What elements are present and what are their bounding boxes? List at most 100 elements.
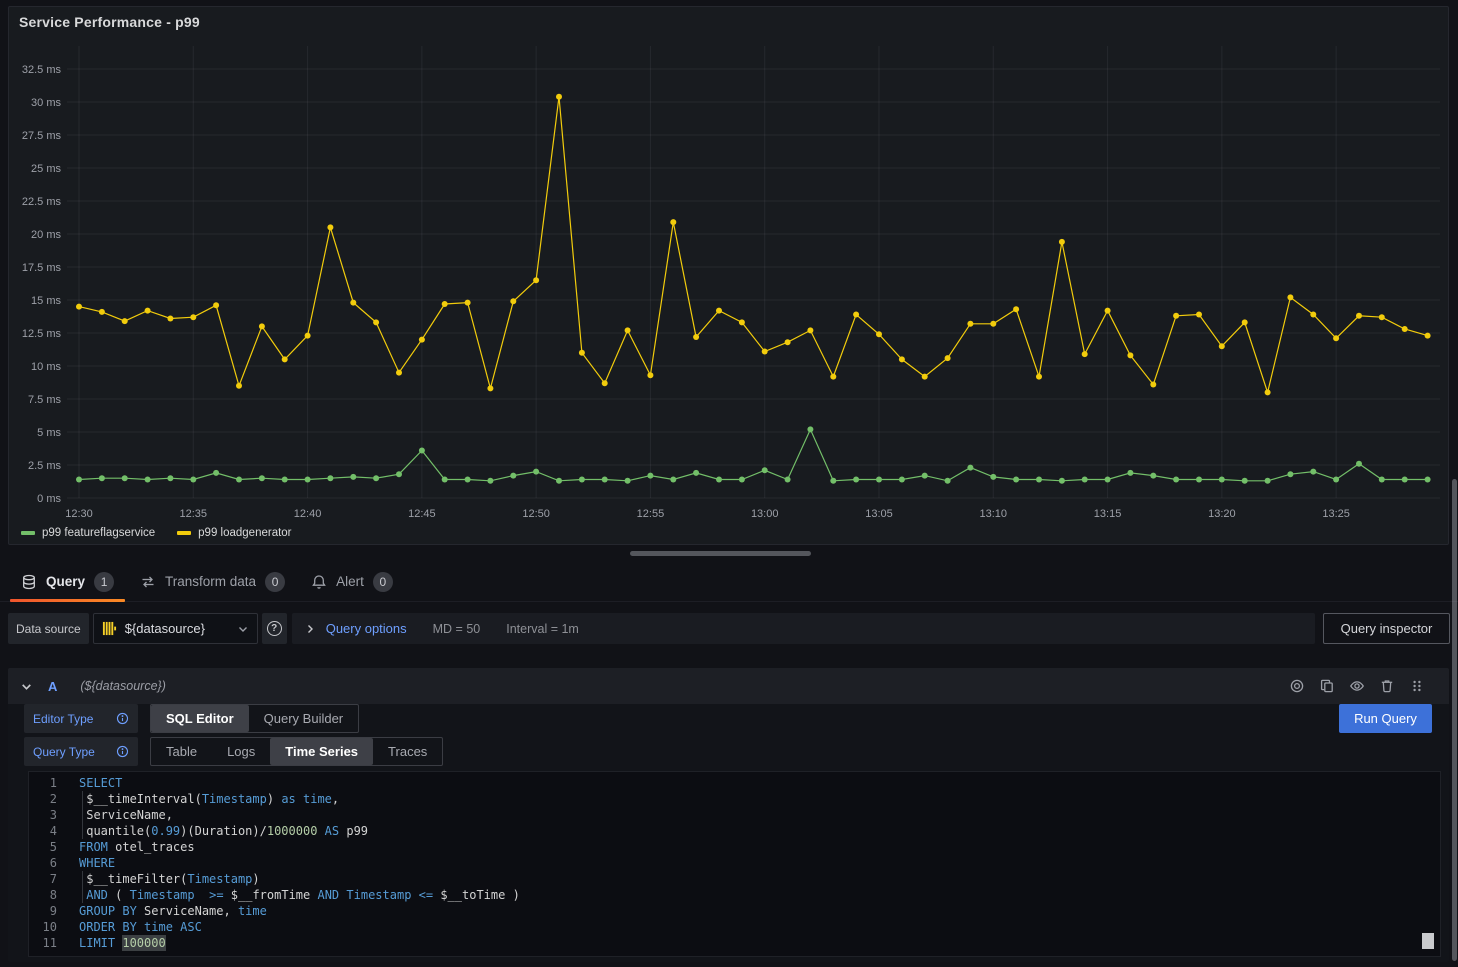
chart-legend: p99 featureflagservice p99 loadgenerator xyxy=(21,527,292,539)
sql-token xyxy=(173,919,180,935)
x-axis-tick-label: 12:50 xyxy=(522,508,550,520)
line-number: 1 xyxy=(29,775,57,791)
data-point xyxy=(465,300,471,306)
query-type-option-table[interactable]: Table xyxy=(151,738,212,765)
code-line-11[interactable]: 11LIMIT 100000 xyxy=(29,935,1440,951)
y-axis-tick-label: 17.5 ms xyxy=(22,262,62,274)
data-point xyxy=(1150,382,1156,388)
data-point xyxy=(1013,477,1019,483)
data-point xyxy=(967,321,973,327)
code-line-7[interactable]: 7 $__timeFilter(Timestamp) xyxy=(29,871,1440,887)
data-point xyxy=(693,470,699,476)
chevron-right-icon[interactable] xyxy=(304,623,316,635)
query-type-option-time-series[interactable]: Time Series xyxy=(270,738,373,765)
database-icon xyxy=(21,574,37,590)
info-icon[interactable] xyxy=(116,712,129,725)
code-line-3[interactable]: 3 ServiceName, xyxy=(29,807,1440,823)
data-point xyxy=(396,471,402,477)
bell-icon xyxy=(311,574,327,590)
line-number: 6 xyxy=(29,855,57,871)
legend-item-featureflagservice[interactable]: p99 featureflagservice xyxy=(21,527,155,539)
code-line-9[interactable]: 9GROUP BY ServiceName, time xyxy=(29,903,1440,919)
chart-series-p99-featureflagservice xyxy=(79,429,1428,480)
tab-transform-data[interactable]: Transform data 0 xyxy=(127,562,298,601)
trash-icon[interactable] xyxy=(1379,678,1395,694)
line-number: 5 xyxy=(29,839,57,855)
run-query-button[interactable]: Run Query xyxy=(1339,704,1432,733)
editor-type-option-sql-editor[interactable]: SQL Editor xyxy=(151,705,249,732)
datasource-picker[interactable]: ${datasource} xyxy=(93,613,258,644)
sql-token: 100000 xyxy=(122,935,165,951)
query-options-link[interactable]: Query options xyxy=(326,621,407,636)
code-line-1[interactable]: 1SELECT xyxy=(29,775,1440,791)
data-point xyxy=(785,339,791,345)
datasource-help-button[interactable]: ? xyxy=(262,613,287,644)
data-point xyxy=(259,323,265,329)
data-point xyxy=(762,467,768,473)
data-point xyxy=(967,465,973,471)
legend-item-loadgenerator[interactable]: p99 loadgenerator xyxy=(177,527,291,539)
sql-token: time xyxy=(303,791,332,807)
data-point xyxy=(1105,477,1111,483)
data-point xyxy=(556,94,562,100)
eye-icon[interactable] xyxy=(1349,678,1365,694)
max-data-points-text: MD = 50 xyxy=(433,622,481,636)
legend-swatch-yellow xyxy=(177,531,191,535)
data-point xyxy=(213,470,219,476)
horizontal-scrollbar[interactable] xyxy=(630,551,811,556)
code-line-2[interactable]: 2 $__timeInterval(Timestamp) as time, xyxy=(29,791,1440,807)
editor-type-option-query-builder[interactable]: Query Builder xyxy=(249,705,358,732)
code-line-10[interactable]: 10ORDER BY time ASC xyxy=(29,919,1440,935)
tab-alert[interactable]: Alert 0 xyxy=(298,562,406,601)
sql-code-editor[interactable]: 1SELECT2 $__timeInterval(Timestamp) as t… xyxy=(28,771,1441,957)
drag-handle-icon[interactable] xyxy=(1409,678,1425,694)
code-line-5[interactable]: 5FROM otel_traces xyxy=(29,839,1440,855)
query-type-option-logs[interactable]: Logs xyxy=(212,738,270,765)
duplicate-query-icon[interactable] xyxy=(1319,678,1335,694)
query-count-badge: 1 xyxy=(94,572,114,592)
sql-token: otel_traces xyxy=(108,839,195,855)
data-point xyxy=(190,314,196,320)
y-axis-tick-label: 25 ms xyxy=(31,163,61,175)
data-point xyxy=(1219,477,1225,483)
sql-token: quantile( xyxy=(79,823,151,839)
query-inspector-button[interactable]: Query inspector xyxy=(1323,613,1450,644)
data-point xyxy=(1036,374,1042,380)
code-line-8[interactable]: 8 AND ( Timestamp >= $__fromTime AND Tim… xyxy=(29,887,1440,903)
sql-token xyxy=(411,887,418,903)
code-line-4[interactable]: 4 quantile(0.99)(Duration)/1000000 AS p9… xyxy=(29,823,1440,839)
data-point xyxy=(145,477,151,483)
data-point xyxy=(990,321,996,327)
y-axis-tick-label: 32.5 ms xyxy=(22,64,62,76)
legend-label: p99 loadgenerator xyxy=(198,527,291,539)
tab-query[interactable]: Query 1 xyxy=(8,562,127,601)
data-point xyxy=(899,356,905,362)
collapse-chevron-down-icon[interactable] xyxy=(20,680,33,693)
disable-query-icon[interactable] xyxy=(1289,678,1305,694)
data-point xyxy=(1425,477,1431,483)
sql-token: ORDER BY xyxy=(79,919,137,935)
code-line-6[interactable]: 6WHERE xyxy=(29,855,1440,871)
tab-label: Transform data xyxy=(165,574,256,589)
data-point xyxy=(1059,239,1065,245)
x-axis-tick-label: 13:15 xyxy=(1094,508,1122,520)
sql-token: $__timeFilter( xyxy=(79,871,187,887)
line-number: 9 xyxy=(29,903,57,919)
query-ref-id[interactable]: A xyxy=(48,679,57,694)
x-axis-tick-label: 12:45 xyxy=(408,508,436,520)
alert-count-badge: 0 xyxy=(373,572,393,592)
tab-label: Alert xyxy=(336,574,364,589)
query-type-option-traces[interactable]: Traces xyxy=(373,738,442,765)
data-point xyxy=(876,477,882,483)
vertical-scrollbar[interactable] xyxy=(1452,479,1457,961)
data-point xyxy=(1196,477,1202,483)
data-point xyxy=(807,327,813,333)
query-editor-row: A (${datasource}) xyxy=(8,668,1449,962)
timeseries-chart[interactable]: 0 ms2.5 ms5 ms7.5 ms10 ms12.5 ms15 ms17.… xyxy=(9,7,1448,544)
sql-token: Timestamp xyxy=(202,791,267,807)
data-point xyxy=(236,383,242,389)
line-number: 7 xyxy=(29,871,57,887)
sql-token: )(Duration)/ xyxy=(180,823,267,839)
info-icon[interactable] xyxy=(116,745,129,758)
y-axis-tick-label: 12.5 ms xyxy=(22,328,62,340)
